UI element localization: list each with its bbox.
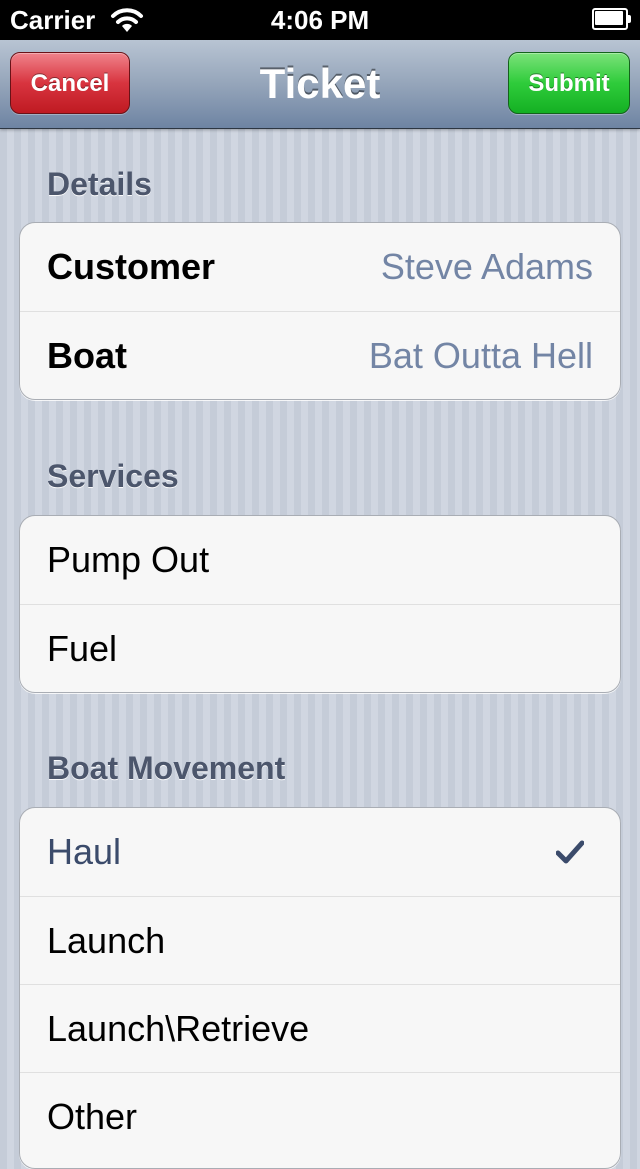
boat-value: Bat Outta Hell [368,335,593,376]
details-group: Customer Steve Adams Boat Bat Outta Hell [19,222,621,400]
movement-row-launch-retrieve[interactable]: Launch\Retrieve [20,984,620,1072]
battery-icon [592,8,632,30]
boat-label: Boat [47,335,127,376]
navigation-bar: Cancel Ticket Submit [0,40,640,129]
status-time: 4:06 PM [270,5,370,35]
boat-row[interactable]: Boat Bat Outta Hell [20,311,620,399]
submit-button[interactable]: Submit [508,52,630,114]
movement-label: Other [47,1096,138,1137]
services-group: Pump Out Fuel [19,515,621,693]
boat-movement-group: Haul Launch Launch\Retrieve Other [19,807,621,1169]
movement-row-launch[interactable]: Launch [20,896,620,984]
service-label: Fuel [47,628,118,669]
section-header-boat-movement: Boat Movement [47,750,286,786]
movement-label: Launch\Retrieve [47,1008,310,1049]
service-label: Pump Out [47,539,210,580]
customer-label: Customer [47,246,216,287]
movement-row-other[interactable]: Other [20,1072,620,1160]
movement-label: Launch [47,920,166,961]
status-bar: Carrier 4:06 PM [0,0,640,40]
section-header-services: Services [47,458,179,494]
movement-label: Haul [47,831,122,872]
service-row-pump-out[interactable]: Pump Out [20,516,620,604]
customer-value: Steve Adams [380,246,593,287]
checkmark-icon [556,840,584,864]
movement-row-haul[interactable]: Haul [20,808,620,896]
service-row-fuel[interactable]: Fuel [20,604,620,692]
customer-row[interactable]: Customer Steve Adams [20,223,620,311]
section-header-details: Details [47,166,152,202]
